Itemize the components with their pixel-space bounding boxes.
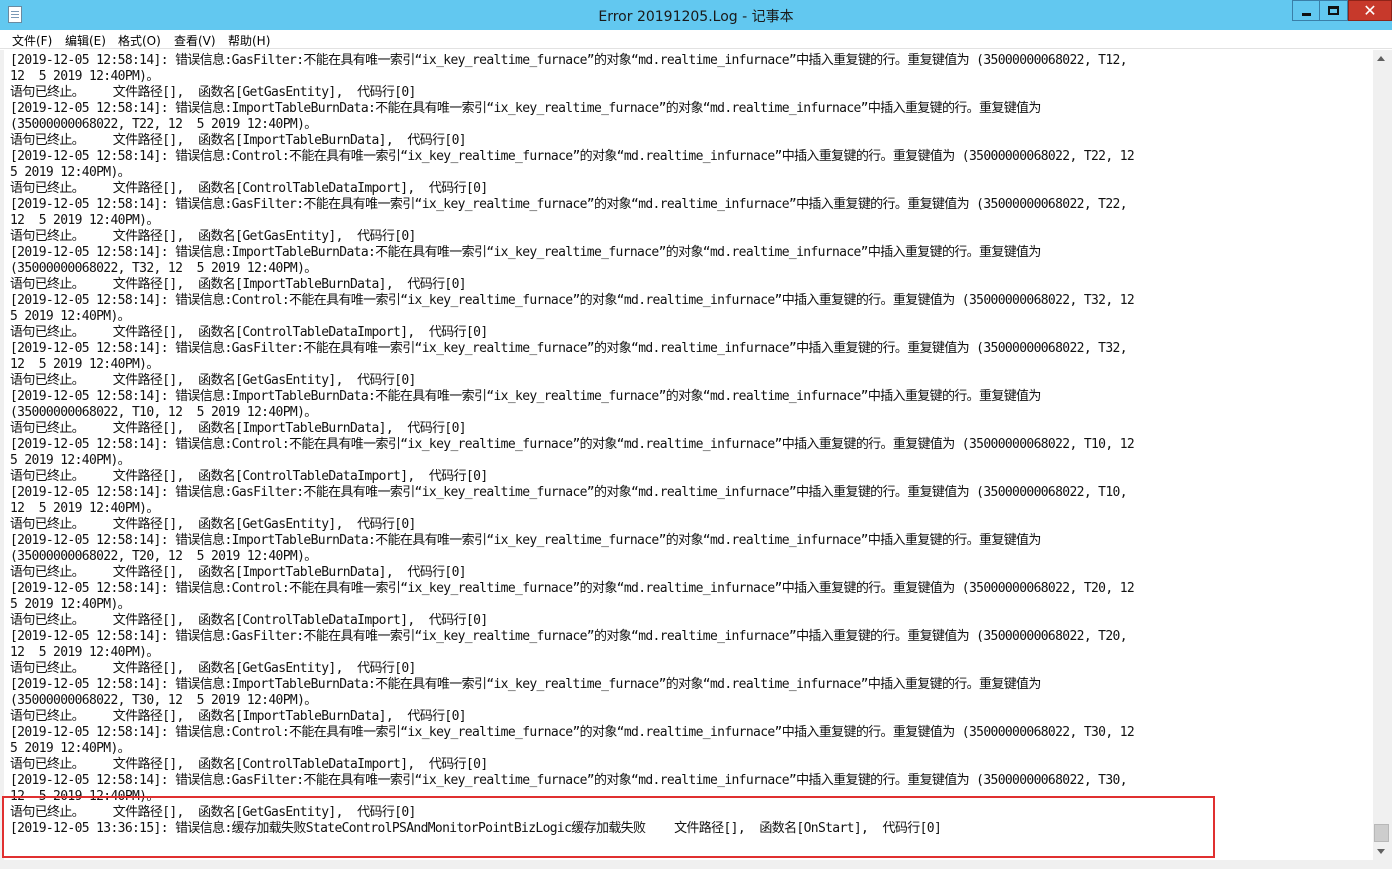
log-line: [2019-12-05 12:58:14]: 错误信息:ImportTableB… bbox=[10, 677, 1041, 692]
log-line: [2019-12-05 12:58:14]: 错误信息:Control:不能在具… bbox=[10, 581, 1135, 596]
log-line: [2019-12-05 12:58:14]: 错误信息:ImportTableB… bbox=[10, 245, 1041, 260]
log-line: [2019-12-05 12:58:14]: 错误信息:Control:不能在具… bbox=[10, 437, 1135, 452]
menu-help[interactable]: 帮助(H) bbox=[228, 32, 270, 49]
log-line: [2019-12-05 12:58:14]: 错误信息:ImportTableB… bbox=[10, 533, 1041, 548]
log-line: 语句已终止。 文件路径[], 函数名[ControlTableDataImpor… bbox=[10, 613, 488, 628]
menu-view[interactable]: 查看(V) bbox=[174, 32, 216, 49]
log-line: 5 2019 12:40PM)。 bbox=[10, 165, 131, 180]
log-line: (35000000068022, T30, 12 5 2019 12:40PM)… bbox=[10, 693, 317, 708]
log-line: [2019-12-05 12:58:14]: 错误信息:Control:不能在具… bbox=[10, 293, 1135, 308]
log-line: 语句已终止。 文件路径[], 函数名[ControlTableDataImpor… bbox=[10, 757, 488, 772]
log-line: [2019-12-05 12:58:14]: 错误信息:GasFilter:不能… bbox=[10, 53, 1128, 68]
arrow-down-icon bbox=[1377, 849, 1385, 854]
log-line: 语句已终止。 文件路径[], 函数名[ImportTableBurnData],… bbox=[10, 133, 467, 148]
log-line: 语句已终止。 文件路径[], 函数名[GetGasEntity], 代码行[0] bbox=[10, 661, 416, 676]
arrow-up-icon bbox=[1377, 56, 1385, 61]
window-title: Error 20191205.Log - 记事本 bbox=[598, 9, 794, 25]
log-line: (35000000068022, T32, 12 5 2019 12:40PM)… bbox=[10, 261, 317, 276]
close-button[interactable]: ✕ bbox=[1348, 0, 1392, 21]
log-line: 语句已终止。 文件路径[], 函数名[ControlTableDataImpor… bbox=[10, 325, 488, 340]
scroll-down-button[interactable] bbox=[1373, 843, 1390, 860]
log-line: [2019-12-05 12:58:14]: 错误信息:GasFilter:不能… bbox=[10, 341, 1128, 356]
bottom-frame bbox=[0, 860, 1392, 869]
log-line: [2019-12-05 12:58:14]: 错误信息:ImportTableB… bbox=[10, 101, 1041, 116]
maximize-button[interactable] bbox=[1320, 0, 1348, 21]
log-text[interactable]: [2019-12-05 12:58:14]: 错误信息:GasFilter:不能… bbox=[4, 50, 1373, 837]
notepad-window: Error 20191205.Log - 记事本 ✕ 文件(F) 编辑(E) 格… bbox=[0, 0, 1392, 869]
log-line: 12 5 2019 12:40PM)。 bbox=[10, 501, 159, 516]
menu-file[interactable]: 文件(F) bbox=[12, 32, 52, 49]
minimize-icon bbox=[1302, 13, 1311, 16]
log-line: [2019-12-05 12:58:14]: 错误信息:Control:不能在具… bbox=[10, 725, 1135, 740]
log-line: 5 2019 12:40PM)。 bbox=[10, 597, 131, 612]
log-line: 12 5 2019 12:40PM)。 bbox=[10, 645, 159, 660]
log-line: 语句已终止。 文件路径[], 函数名[GetGasEntity], 代码行[0] bbox=[10, 229, 416, 244]
log-line: 语句已终止。 文件路径[], 函数名[ImportTableBurnData],… bbox=[10, 709, 467, 724]
log-line: 语句已终止。 文件路径[], 函数名[ImportTableBurnData],… bbox=[10, 421, 467, 436]
log-line: [2019-12-05 12:58:14]: 错误信息:ImportTableB… bbox=[10, 389, 1041, 404]
log-line: 语句已终止。 文件路径[], 函数名[GetGasEntity], 代码行[0] bbox=[10, 373, 416, 388]
menu-edit[interactable]: 编辑(E) bbox=[65, 32, 106, 49]
log-line: (35000000068022, T22, 12 5 2019 12:40PM)… bbox=[10, 117, 317, 132]
title-bar[interactable]: Error 20191205.Log - 记事本 ✕ bbox=[0, 0, 1392, 30]
log-line: (35000000068022, T10, 12 5 2019 12:40PM)… bbox=[10, 405, 317, 420]
log-line: 语句已终止。 文件路径[], 函数名[ImportTableBurnData],… bbox=[10, 277, 467, 292]
maximize-icon bbox=[1328, 6, 1339, 15]
log-line: [2019-12-05 12:58:14]: 错误信息:GasFilter:不能… bbox=[10, 197, 1128, 212]
highlight-box bbox=[2, 796, 1215, 858]
log-line: [2019-12-05 12:58:14]: 错误信息:GasFilter:不能… bbox=[10, 773, 1128, 788]
text-editor-area[interactable]: [2019-12-05 12:58:14]: 错误信息:GasFilter:不能… bbox=[4, 50, 1373, 860]
close-icon: ✕ bbox=[1363, 1, 1377, 20]
log-line: 5 2019 12:40PM)。 bbox=[10, 453, 131, 468]
log-line: 语句已终止。 文件路径[], 函数名[GetGasEntity], 代码行[0] bbox=[10, 85, 416, 100]
minimize-button[interactable] bbox=[1292, 0, 1320, 21]
menu-format[interactable]: 格式(O) bbox=[118, 32, 161, 49]
menu-bar: 文件(F) 编辑(E) 格式(O) 查看(V) 帮助(H) bbox=[0, 30, 1392, 49]
log-line: [2019-12-05 12:58:14]: 错误信息:GasFilter:不能… bbox=[10, 485, 1128, 500]
log-line: 12 5 2019 12:40PM)。 bbox=[10, 69, 159, 84]
log-line: 语句已终止。 文件路径[], 函数名[ImportTableBurnData],… bbox=[10, 565, 467, 580]
log-line: 语句已终止。 文件路径[], 函数名[GetGasEntity], 代码行[0] bbox=[10, 517, 416, 532]
scrollbar-thumb[interactable] bbox=[1374, 824, 1389, 842]
log-line: 5 2019 12:40PM)。 bbox=[10, 309, 131, 324]
log-line: 语句已终止。 文件路径[], 函数名[ControlTableDataImpor… bbox=[10, 181, 488, 196]
log-line: [2019-12-05 12:58:14]: 错误信息:GasFilter:不能… bbox=[10, 629, 1128, 644]
log-line: 5 2019 12:40PM)。 bbox=[10, 741, 131, 756]
log-line: [2019-12-05 12:58:14]: 错误信息:Control:不能在具… bbox=[10, 149, 1135, 164]
scroll-up-button[interactable] bbox=[1373, 50, 1390, 67]
vertical-scrollbar[interactable] bbox=[1373, 50, 1390, 860]
log-line: 语句已终止。 文件路径[], 函数名[ControlTableDataImpor… bbox=[10, 469, 488, 484]
log-line: 12 5 2019 12:40PM)。 bbox=[10, 213, 159, 228]
log-line: 12 5 2019 12:40PM)。 bbox=[10, 357, 159, 372]
log-line: (35000000068022, T20, 12 5 2019 12:40PM)… bbox=[10, 549, 317, 564]
